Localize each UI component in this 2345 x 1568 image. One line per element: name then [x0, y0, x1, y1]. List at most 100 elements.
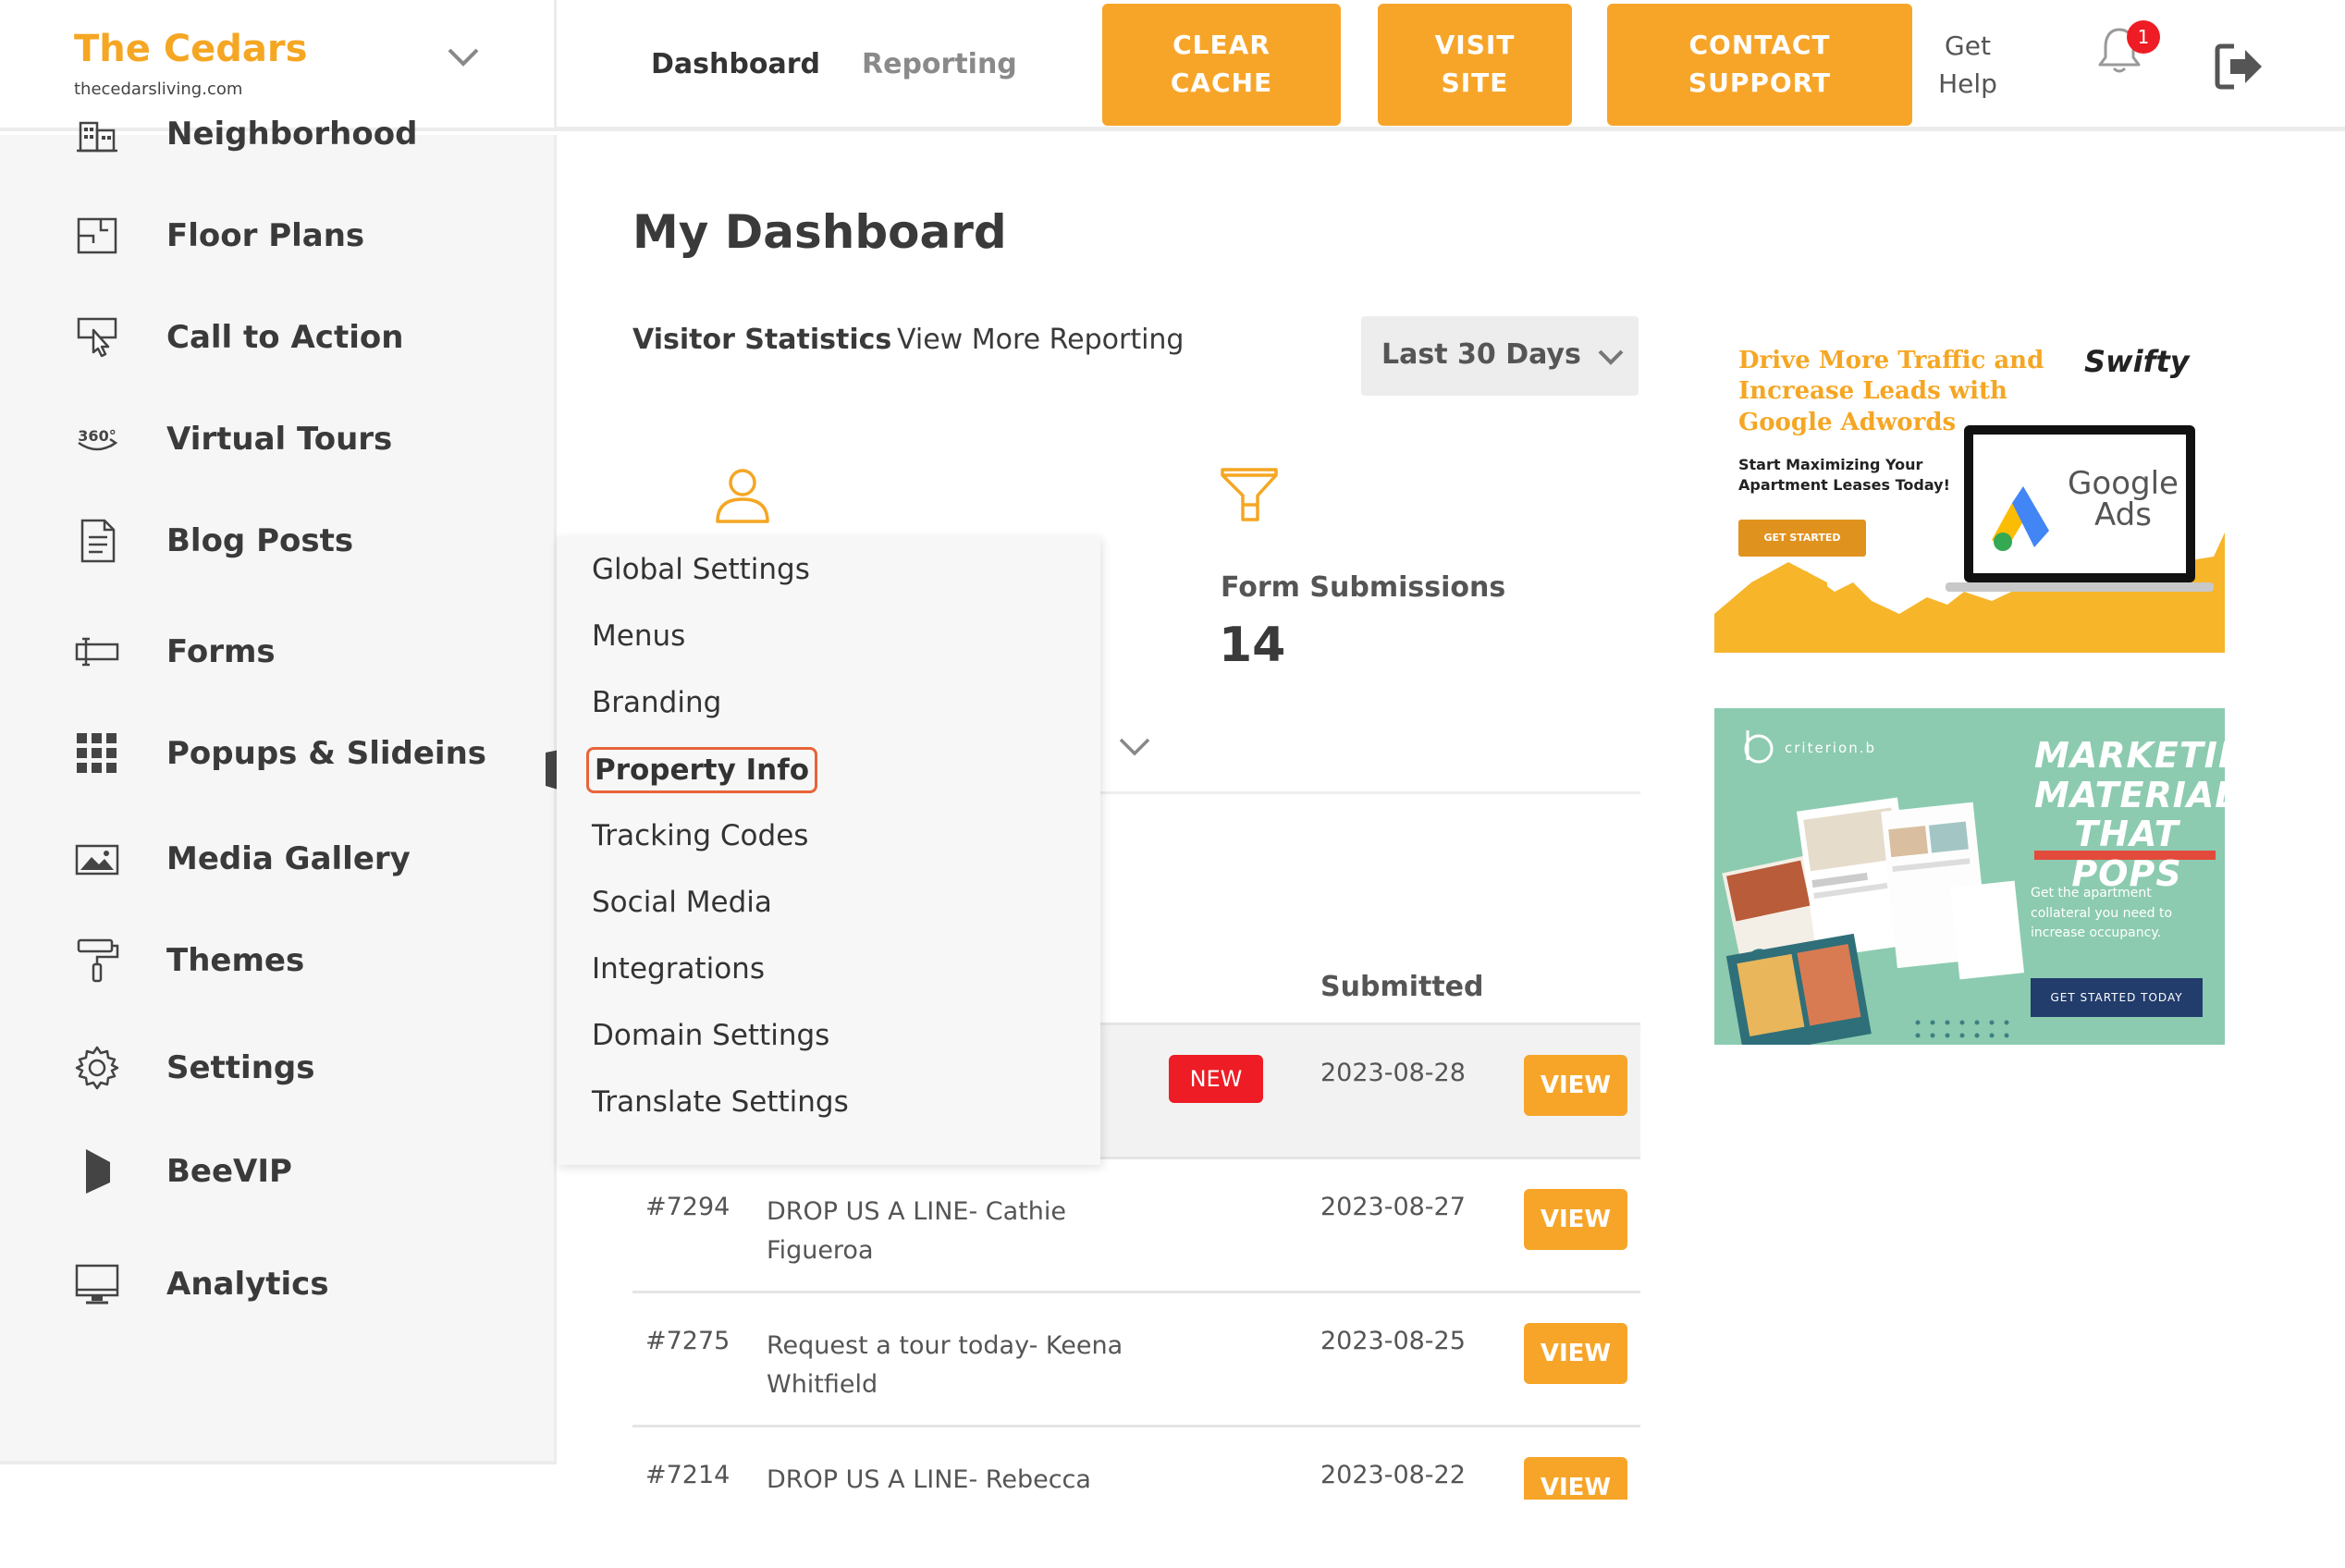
brand-name: The Cedars — [74, 28, 308, 70]
row-id: #7214 — [645, 1461, 731, 1489]
sidebar-divider — [0, 1461, 557, 1464]
row-title: DROP US A LINE- Cathie Figueroa — [767, 1197, 1066, 1265]
chevron-down-icon — [1598, 349, 1624, 365]
table-row[interactable]: #7275 Request a tour today- Keena Whitfi… — [632, 1293, 1640, 1427]
360-icon: 360° — [70, 412, 124, 466]
sidebar-item-media-gallery[interactable]: Media Gallery — [0, 817, 555, 900]
sidebar-nav: Neighborhood Floor Plans Call to Action … — [0, 116, 557, 1461]
column-header-submitted: Submitted — [1320, 971, 1484, 1003]
chevron-down-icon[interactable] — [1115, 730, 1154, 764]
funnel-icon — [1221, 468, 1278, 521]
visit-site-button[interactable]: VISIT SITE — [1378, 4, 1572, 126]
view-button[interactable]: VIEW — [1524, 1055, 1627, 1116]
row-title: DROP US A LINE- Rebecca — [767, 1465, 1091, 1494]
tab-reporting[interactable]: Reporting — [862, 48, 1017, 80]
sidebar: The Cedars thecedarsliving.com Neighborh… — [0, 0, 557, 1568]
get-help-link[interactable]: Get Help — [1931, 28, 2005, 103]
google-ads-logo: Google Ads — [2068, 465, 2179, 533]
clear-cache-label: CLEAR CACHE — [1170, 30, 1273, 98]
new-badge: NEW — [1169, 1055, 1263, 1103]
paint-roller-icon — [70, 934, 124, 987]
tab-dashboard[interactable]: Dashboard — [651, 48, 820, 80]
menu-item-branding[interactable]: Branding — [592, 686, 721, 719]
swifty-logo: Swifty — [2084, 344, 2190, 379]
sidebar-item-themes[interactable]: Themes — [0, 919, 555, 1002]
sidebar-item-popups-slideins[interactable]: Popups & Slideins — [0, 712, 555, 795]
form-field-icon — [70, 625, 124, 679]
criterion-logo: criterion.b — [1785, 740, 1876, 756]
view-more-reporting-link[interactable]: View More Reporting — [897, 324, 1184, 356]
row-date: 2023-08-27 — [1320, 1193, 1466, 1221]
swifty-google-ads-banner[interactable]: Drive More Traffic and Increase Leads wi… — [1714, 324, 2225, 653]
image-icon — [70, 832, 124, 886]
page-title: My Dashboard — [632, 205, 1007, 259]
sidebar-item-floor-plans[interactable]: Floor Plans — [0, 194, 555, 277]
notification-badge: 1 — [2127, 20, 2160, 54]
form-submissions-label: Form Submissions — [1221, 571, 1506, 604]
row-date: 2023-08-25 — [1320, 1327, 1466, 1355]
clear-cache-button[interactable]: CLEAR CACHE — [1102, 4, 1341, 126]
table-row[interactable]: #7294 DROP US A LINE- Cathie Figueroa 20… — [632, 1159, 1640, 1293]
sidebar-item-forms[interactable]: Forms — [0, 610, 555, 693]
chevron-down-icon[interactable] — [442, 39, 485, 76]
sidebar-item-settings[interactable]: Settings — [0, 1026, 555, 1109]
menu-item-translate-settings[interactable]: Translate Settings — [592, 1085, 849, 1119]
sidebar-item-label: Themes — [166, 942, 305, 979]
logout-icon[interactable] — [2212, 39, 2267, 94]
visit-site-label: VISIT SITE — [1434, 30, 1516, 98]
menu-item-tracking-codes[interactable]: Tracking Codes — [592, 819, 808, 852]
settings-dropdown-menu: Global Settings Menus Branding Property … — [557, 536, 1100, 1165]
document-icon — [70, 514, 124, 568]
row-title: Request a tour today- Keena Whitfield — [767, 1331, 1123, 1399]
sidebar-item-analytics[interactable]: Analytics — [0, 1243, 555, 1326]
period-select-value: Last 30 Days — [1381, 338, 1581, 371]
sidebar-item-label: Blog Posts — [166, 522, 354, 559]
pointer-click-icon — [70, 311, 124, 364]
row-date: 2023-08-28 — [1320, 1059, 1466, 1087]
sidebar-item-label: Settings — [166, 1049, 315, 1086]
sidebar-item-call-to-action[interactable]: Call to Action — [0, 296, 555, 379]
flag-icon — [70, 1145, 124, 1198]
row-id: #7294 — [645, 1193, 731, 1221]
menu-item-social-media[interactable]: Social Media — [592, 886, 772, 919]
svg-text:360°: 360° — [78, 427, 116, 445]
ad-title: Drive More Traffic and Increase Leads wi… — [1738, 347, 2044, 436]
menu-item-property-info[interactable]: Property Info — [586, 747, 818, 793]
sidebar-item-beevip[interactable]: BeeVIP — [0, 1130, 555, 1213]
row-date: 2023-08-22 — [1320, 1461, 1466, 1489]
sidebar-item-label: Floor Plans — [166, 217, 365, 254]
criterion-marketing-banner[interactable]: criterion.b MARKETING MATERIAL THAT POPS… — [1714, 708, 2225, 1045]
contact-support-button[interactable]: CONTACT SUPPORT — [1607, 4, 1912, 126]
menu-item-menus[interactable]: Menus — [592, 619, 685, 653]
sidebar-item-label: BeeVIP — [166, 1153, 292, 1190]
sidebar-item-neighborhood[interactable]: Neighborhood — [0, 92, 555, 176]
menu-item-global-settings[interactable]: Global Settings — [592, 553, 810, 586]
sidebar-item-label: Analytics — [166, 1266, 329, 1303]
sidebar-item-blog-posts[interactable]: Blog Posts — [0, 499, 555, 582]
gear-icon — [70, 1041, 124, 1095]
period-select[interactable]: Last 30 Days — [1361, 316, 1639, 396]
ad-get-started-button[interactable]: GET STARTED — [1738, 520, 1866, 557]
ad-subtitle: Start Maximizing Your Apartment Leases T… — [1738, 456, 1950, 494]
sidebar-item-label: Media Gallery — [166, 840, 411, 877]
sidebar-item-label: Call to Action — [166, 319, 404, 356]
sidebar-item-label: Popups & Slideins — [166, 735, 487, 772]
visitor-statistics-tab[interactable]: Visitor Statistics — [632, 324, 891, 356]
user-icon — [716, 469, 769, 523]
row-id: #7275 — [645, 1327, 731, 1355]
grid-icon — [70, 727, 124, 780]
building-icon — [70, 107, 124, 161]
top-bar: Dashboard Reporting CLEAR CACHE VISIT SI… — [557, 0, 2345, 131]
view-button[interactable]: VIEW — [1524, 1323, 1627, 1384]
sidebar-item-label: Neighborhood — [166, 116, 418, 153]
sidebar-item-virtual-tours[interactable]: 360° Virtual Tours — [0, 398, 555, 481]
menu-item-domain-settings[interactable]: Domain Settings — [592, 1019, 829, 1052]
monitor-icon — [70, 1257, 124, 1311]
viewport-clip — [557, 1500, 2345, 1568]
menu-item-integrations[interactable]: Integrations — [592, 952, 765, 986]
ad-get-started-today-button[interactable]: GET STARTED TODAY — [2031, 978, 2203, 1017]
floor-plan-icon — [70, 209, 124, 263]
sidebar-item-label: Forms — [166, 633, 276, 670]
ad-subtitle: Get the apartment collateral you need to… — [2031, 886, 2173, 941]
view-button[interactable]: VIEW — [1524, 1189, 1627, 1250]
